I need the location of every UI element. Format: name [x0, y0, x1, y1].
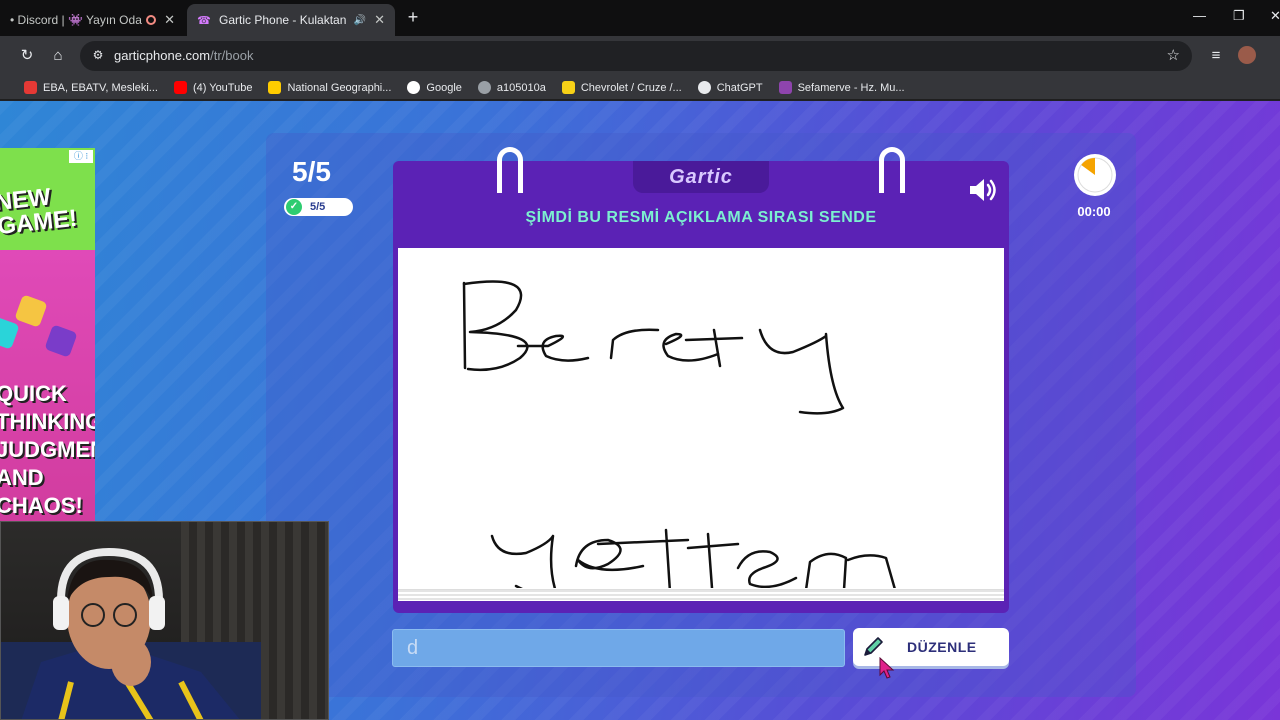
address-bar[interactable]: ⚙ garticphone.com/tr/book ☆ [80, 41, 1192, 71]
profile-avatar[interactable] [1238, 46, 1256, 64]
youtube-icon [173, 81, 187, 94]
globe-icon [477, 81, 491, 94]
site-info-icon[interactable]: ⚙ [90, 48, 106, 64]
new-tab-button[interactable]: + [402, 6, 424, 28]
timer-text: 00:00 [1077, 204, 1111, 219]
chatgpt-icon [697, 81, 711, 94]
recording-icon [146, 15, 157, 25]
bookmark-google[interactable]: Google [407, 81, 462, 94]
speaker-icon[interactable] [967, 176, 997, 204]
drawing-stroke [490, 534, 557, 588]
bookmark-eba[interactable]: EBA, EBATV, Mesleki... [24, 81, 158, 94]
ad-banner[interactable]: ⓘ ⁝ NEW GAME! QUICK THINKING, JUDGMENT A… [0, 148, 95, 526]
ad-headline: NEW GAME! [0, 183, 79, 241]
logo-tab: Gartic [633, 161, 769, 193]
edit-button-label: DÜZENLE [907, 639, 977, 655]
player-drawing [462, 280, 896, 588]
drawing-stroke [758, 328, 845, 415]
tab-gartic[interactable]: ☎ Gartic Phone - Kulaktan Kul 🔊 ✕ [187, 4, 395, 36]
audio-icon[interactable]: 🔊 [354, 15, 366, 26]
round-counter: 5/5 [292, 156, 331, 187]
reload-icon[interactable]: ↻ [17, 46, 37, 66]
drawing-stroke [736, 550, 798, 588]
check-icon: ✓ [286, 199, 302, 215]
drawing-stroke [462, 280, 529, 372]
binder-ring-right [879, 147, 905, 193]
natgeo-icon [268, 81, 282, 94]
bookmark-star-icon[interactable]: ☆ [1167, 46, 1180, 64]
players-done-badge: ✓ 5/5 [284, 198, 353, 216]
tab-discord[interactable]: • Discord | 👾 Yayın Odası | ✕ [0, 4, 185, 36]
book-header: Gartic ŞİMDİ BU RESMİ AÇIKLAMA SIRASI SE… [393, 147, 1009, 243]
bookmark-natgeo[interactable]: National Geographi... [268, 81, 391, 94]
binder-ring-left [497, 147, 523, 193]
tab-title: • Discord | 👾 Yayın Odası | [10, 13, 142, 27]
bookmarks-bar: EBA, EBATV, Mesleki... (4) YouTube Natio… [0, 76, 1280, 100]
close-tab-icon[interactable]: ✕ [374, 12, 385, 28]
url-text: garticphone.com/tr/book [114, 48, 254, 63]
drawing-stroke [609, 328, 660, 360]
media-control-icon[interactable]: ≡ [1206, 46, 1226, 66]
bookmark-sefamerve[interactable]: Sefamerve - Hz. Mu... [778, 81, 905, 94]
gartic-logo: Gartic [669, 166, 733, 188]
description-input[interactable] [392, 629, 845, 667]
bookmark-youtube[interactable]: (4) YouTube [173, 81, 252, 94]
ad-tagline: QUICK THINKING, JUDGMENT AND CHAOS! [0, 381, 95, 518]
instruction-text: ŞİMDİ BU RESMİ AÇIKLAMA SIRASI SENDE [525, 209, 877, 226]
drawing-stroke [805, 552, 896, 588]
mouse-cursor-icon [879, 657, 895, 679]
ad-tile-icon [14, 294, 48, 328]
home-icon[interactable]: ⌂ [48, 46, 68, 66]
adchoices-icon[interactable]: ⓘ ⁝ [69, 150, 93, 163]
streamer-silhouette [1, 547, 261, 719]
browser-toolbar: ↻ ⌂ ⚙ garticphone.com/tr/book ☆ ≡ [0, 36, 1280, 76]
pencil-icon [864, 637, 883, 656]
ad-tile-icon [44, 324, 78, 358]
drawing-stroke [686, 532, 740, 588]
bookmark-chevrolet[interactable]: Chevrolet / Cruze /... [561, 81, 682, 94]
minimize-icon[interactable]: — [1193, 8, 1206, 23]
timer-icon [1074, 154, 1116, 196]
chevrolet-icon [561, 81, 575, 94]
tab-strip: • Discord | 👾 Yayın Odası | ✕ ☎ Gartic P… [0, 0, 1280, 36]
page-stack-edge [398, 589, 1004, 601]
sefamerve-icon [778, 81, 792, 94]
close-tab-icon[interactable]: ✕ [164, 12, 175, 28]
phone-favicon-icon: ☎ [197, 14, 211, 27]
drawing-stroke [596, 528, 690, 588]
webcam-overlay [0, 521, 329, 720]
bookmark-chatgpt[interactable]: ChatGPT [697, 81, 763, 94]
edit-button[interactable]: DÜZENLE [853, 628, 1009, 666]
tab-title: Gartic Phone - Kulaktan Kul [219, 13, 348, 27]
ad-tile-icon [0, 316, 20, 350]
bookmark-favicon-icon [24, 81, 37, 94]
google-icon [407, 81, 421, 94]
bookmark-a105010a[interactable]: a105010a [477, 81, 546, 94]
close-window-icon[interactable]: ✕ [1270, 8, 1280, 24]
restore-icon[interactable]: ❐ [1233, 8, 1245, 24]
drawing-stroke [462, 281, 467, 370]
